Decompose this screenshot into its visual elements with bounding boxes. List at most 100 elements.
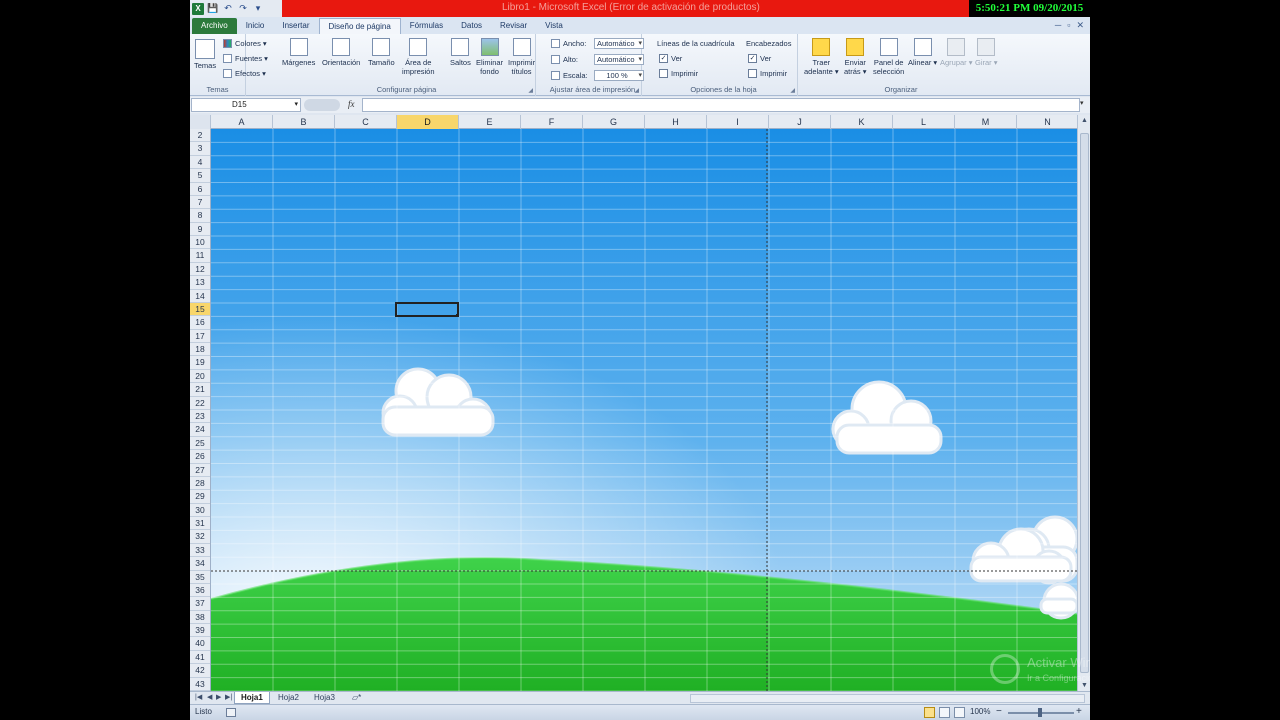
column-header-l[interactable]: L: [893, 115, 955, 129]
margenes-button[interactable]: Márgenes: [282, 38, 315, 67]
row-header-5[interactable]: 5: [190, 169, 210, 183]
encabezados-imprimir-checkbox[interactable]: Imprimir: [748, 69, 787, 78]
row-header-10[interactable]: 10: [190, 236, 210, 250]
page-break-view-icon[interactable]: [954, 707, 965, 718]
configurar-launcher-icon[interactable]: ◢: [528, 87, 533, 94]
row-header-8[interactable]: 8: [190, 209, 210, 223]
sheet-tab-hoja2[interactable]: Hoja2: [272, 692, 305, 704]
row-header-11[interactable]: 11: [190, 249, 210, 263]
encabezados-ver-checkbox[interactable]: ✓ Ver: [748, 54, 771, 63]
opciones-launcher-icon[interactable]: ◢: [790, 87, 795, 94]
row-header-38[interactable]: 38: [190, 611, 210, 625]
next-sheet-icon[interactable]: ▶: [216, 692, 221, 704]
vertical-scrollbar[interactable]: ▲ ▼: [1077, 115, 1090, 691]
tab-inicio[interactable]: Inicio: [237, 18, 274, 34]
row-header-42[interactable]: 42: [190, 664, 210, 678]
row-header-32[interactable]: 32: [190, 530, 210, 544]
sheet-tab-hoja3[interactable]: Hoja3: [308, 692, 341, 704]
row-header-18[interactable]: 18: [190, 343, 210, 357]
column-header-b[interactable]: B: [273, 115, 335, 129]
row-header-17[interactable]: 17: [190, 330, 210, 344]
zoom-level[interactable]: 100%: [970, 707, 990, 716]
scroll-thumb[interactable]: [1080, 133, 1089, 673]
customize-qat-icon[interactable]: ▾: [252, 3, 264, 15]
lineas-imprimir-checkbox[interactable]: Imprimir: [659, 69, 698, 78]
tab-diseno-de-pagina[interactable]: Diseño de página: [318, 18, 401, 34]
tab-datos[interactable]: Datos: [452, 18, 491, 34]
row-header-3[interactable]: 3: [190, 142, 210, 156]
efectos-button[interactable]: Efectos ▾: [223, 69, 266, 78]
column-header-n[interactable]: N: [1017, 115, 1079, 129]
panel-seleccion-button[interactable]: Panel de selección: [873, 38, 904, 76]
insert-function-icon[interactable]: fx: [348, 99, 355, 109]
column-header-k[interactable]: K: [831, 115, 893, 129]
tamano-button[interactable]: Tamaño: [368, 38, 395, 67]
fill-handle[interactable]: [456, 314, 459, 317]
row-header-13[interactable]: 13: [190, 276, 210, 290]
column-header-m[interactable]: M: [955, 115, 1017, 129]
zoom-out-icon[interactable]: −: [996, 706, 1002, 717]
row-header-33[interactable]: 33: [190, 544, 210, 558]
girar-button[interactable]: Girar ▾: [975, 38, 998, 67]
row-header-6[interactable]: 6: [190, 183, 210, 196]
zoom-slider-knob[interactable]: [1038, 708, 1042, 717]
tab-formulas[interactable]: Fórmulas: [401, 18, 452, 34]
area-impresion-button[interactable]: Área de impresión: [402, 38, 435, 76]
row-header-40[interactable]: 40: [190, 637, 210, 651]
row-header-20[interactable]: 20: [190, 370, 210, 384]
row-header-27[interactable]: 27: [190, 464, 210, 477]
formula-input[interactable]: [362, 98, 1080, 112]
column-header-g[interactable]: G: [583, 115, 645, 129]
scroll-up-icon[interactable]: ▲: [1080, 117, 1089, 124]
colores-button[interactable]: Colores ▾: [223, 39, 267, 48]
row-header-41[interactable]: 41: [190, 651, 210, 665]
enviar-atras-button[interactable]: Enviar atrás ▾: [844, 38, 867, 76]
excel-logo-icon[interactable]: X: [192, 2, 204, 15]
escala-stepper[interactable]: 100 %: [594, 70, 644, 81]
row-header-14[interactable]: 14: [190, 290, 210, 303]
column-header-a[interactable]: A: [211, 115, 273, 129]
column-header-f[interactable]: F: [521, 115, 583, 129]
traer-adelante-button[interactable]: Traer adelante ▾: [804, 38, 839, 76]
last-sheet-icon[interactable]: ▶|: [225, 692, 232, 704]
row-header-31[interactable]: 31: [190, 517, 210, 531]
normal-view-icon[interactable]: [924, 707, 935, 718]
row-header-36[interactable]: 36: [190, 584, 210, 598]
alto-select[interactable]: Automático: [594, 54, 644, 65]
row-header-21[interactable]: 21: [190, 383, 210, 397]
insert-sheet-icon[interactable]: ▱*: [346, 692, 367, 704]
row-header-43[interactable]: 43: [190, 678, 210, 691]
ajustar-launcher-icon[interactable]: ◢: [634, 87, 639, 94]
tab-vista[interactable]: Vista: [536, 18, 572, 34]
name-box[interactable]: D15: [191, 98, 301, 112]
tab-revisar[interactable]: Revisar: [491, 18, 536, 34]
page-layout-view-icon[interactable]: [939, 707, 950, 718]
orientacion-button[interactable]: Orientación: [322, 38, 360, 67]
tab-insertar[interactable]: Insertar: [273, 18, 318, 34]
macro-record-icon[interactable]: [226, 708, 236, 717]
lineas-ver-checkbox[interactable]: ✓ Ver: [659, 54, 682, 63]
close-workbook-icon[interactable]: ✕: [1076, 20, 1084, 31]
expand-formula-bar-icon[interactable]: ▾: [1080, 99, 1089, 111]
row-header-39[interactable]: 39: [190, 624, 210, 638]
fuentes-button[interactable]: Fuentes ▾: [223, 54, 268, 63]
row-header-25[interactable]: 25: [190, 437, 210, 451]
ribbon-help-icon[interactable]: ▫: [1067, 20, 1070, 30]
row-header-16[interactable]: 16: [190, 316, 210, 330]
row-header-7[interactable]: 7: [190, 196, 210, 210]
temas-button[interactable]: Temas: [194, 39, 216, 70]
zoom-in-icon[interactable]: +: [1076, 706, 1082, 717]
row-header-30[interactable]: 30: [190, 504, 210, 518]
row-header-4[interactable]: 4: [190, 156, 210, 170]
row-header-26[interactable]: 26: [190, 450, 210, 464]
row-header-24[interactable]: 24: [190, 423, 210, 437]
select-all-corner[interactable]: [190, 115, 211, 129]
redo-icon[interactable]: ↷: [237, 3, 249, 15]
horizontal-scrollbar[interactable]: [690, 694, 1085, 703]
worksheet-area[interactable]: [211, 129, 1077, 691]
row-header-15[interactable]: 15: [190, 302, 210, 317]
row-header-28[interactable]: 28: [190, 477, 210, 491]
row-header-35[interactable]: 35: [190, 571, 210, 584]
formula-oval-handle[interactable]: [304, 99, 340, 111]
sheet-tab-hoja1[interactable]: Hoja1: [234, 692, 270, 704]
